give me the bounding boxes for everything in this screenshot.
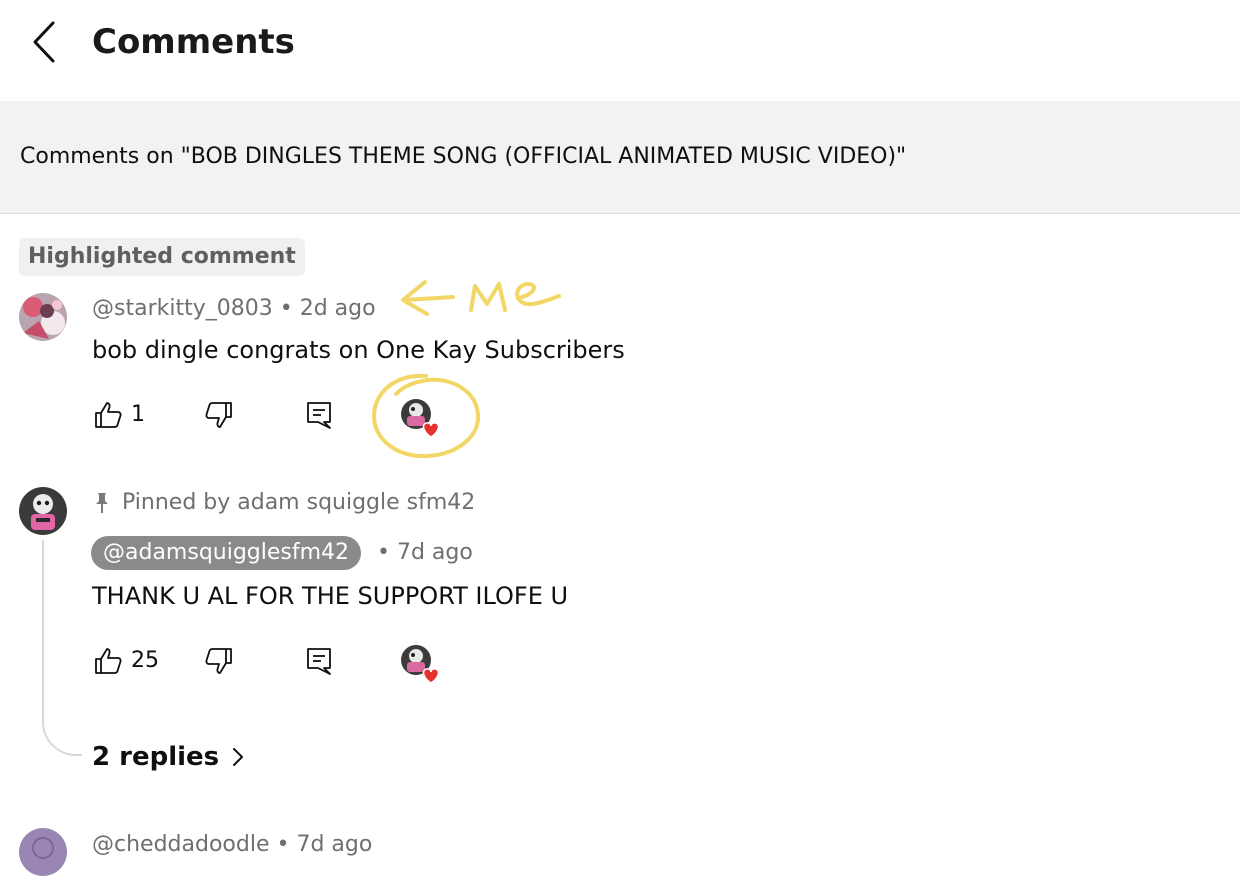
pin-icon <box>96 493 108 513</box>
thread-line <box>42 540 82 756</box>
reply-button[interactable] <box>303 645 335 677</box>
avatar[interactable] <box>19 828 67 876</box>
annotation-circle <box>371 373 481 459</box>
back-button[interactable] <box>22 18 66 66</box>
comment-time: • 2d ago <box>279 296 376 321</box>
video-title-text: Comments on "BOB DINGLES THEME SONG (OFF… <box>20 144 907 169</box>
comment-meta: @starkitty_0803 • 2d ago <box>92 294 376 324</box>
chevron-right-icon <box>233 748 244 766</box>
comment-meta: @cheddadoodle • 7d ago <box>92 830 372 860</box>
pinned-text: Pinned by adam squiggle sfm42 <box>122 490 476 515</box>
comment-text: bob dingle congrats on One Kay Subscribe… <box>92 336 625 364</box>
avatar-image <box>19 828 67 876</box>
thumbs-down-icon <box>205 648 232 674</box>
creator-handle-chip[interactable]: @adamsquigglesfm42 <box>91 536 362 570</box>
view-replies-button[interactable]: 2 replies <box>92 740 245 774</box>
comment-author[interactable]: @starkitty_0803 <box>92 296 273 321</box>
avatar[interactable] <box>19 487 67 535</box>
thumbs-down-icon <box>205 402 232 428</box>
like-count: 1 <box>131 402 145 427</box>
handwritten-annotation <box>401 280 561 316</box>
thumbs-up-icon <box>95 648 122 674</box>
dislike-button[interactable] <box>203 399 235 431</box>
pinned-label: Pinned by adam squiggle sfm42 <box>92 488 475 518</box>
like-button[interactable] <box>92 399 124 431</box>
creator-heart-icon <box>401 645 440 684</box>
comment-time: • 7d ago <box>377 540 473 565</box>
highlighted-comment-label: Highlighted comment <box>19 238 305 276</box>
replies-label: 2 replies <box>92 742 220 772</box>
chevron-left-icon <box>33 21 55 63</box>
thumbs-up-icon <box>95 402 122 428</box>
like-button[interactable] <box>92 645 124 677</box>
comment-time: • 7d ago <box>276 832 373 857</box>
creator-heart-badge <box>398 642 442 686</box>
avatar-image <box>19 293 67 341</box>
like-count: 25 <box>131 648 159 673</box>
reply-button[interactable] <box>303 399 335 431</box>
comment-text: THANK U AL FOR THE SUPPORT ILOFE U <box>92 582 569 610</box>
comment-icon <box>307 402 331 429</box>
avatar-image <box>19 487 67 535</box>
avatar[interactable] <box>19 293 67 341</box>
comment-author[interactable]: @cheddadoodle <box>92 832 269 857</box>
comment-icon <box>307 648 331 675</box>
page-title: Comments <box>92 22 295 62</box>
dislike-button[interactable] <box>203 645 235 677</box>
